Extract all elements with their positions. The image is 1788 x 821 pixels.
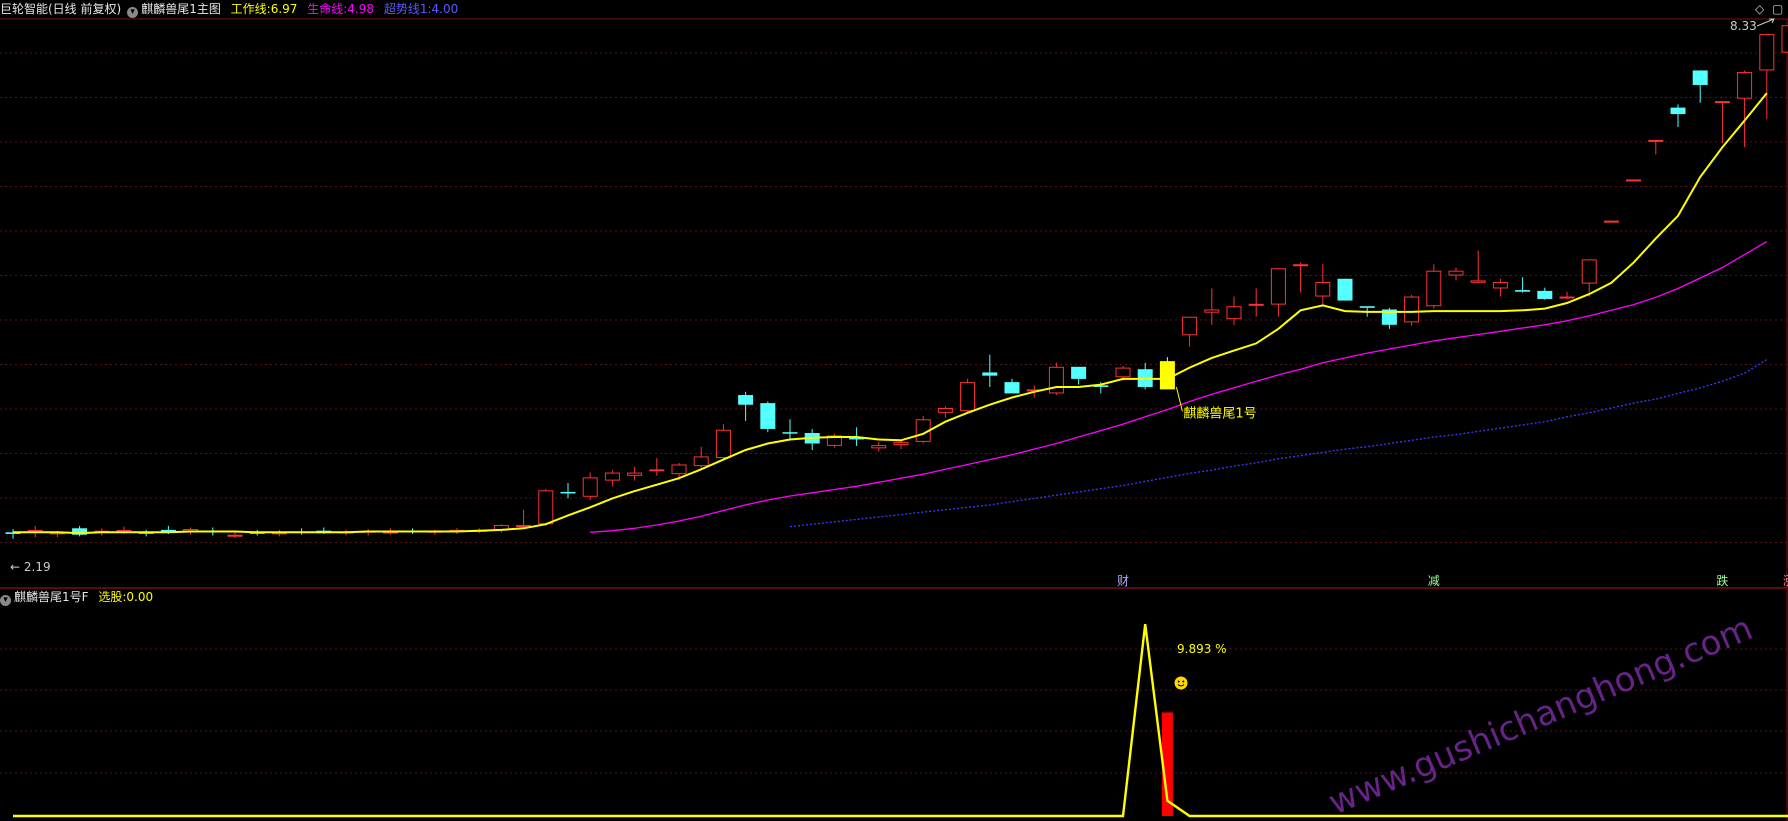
candle-body xyxy=(1448,270,1464,276)
high-arrow-icon xyxy=(1756,18,1775,27)
candle-body xyxy=(715,429,731,459)
candle-body xyxy=(1581,259,1597,284)
candle-body xyxy=(116,529,132,532)
candle-body xyxy=(227,534,243,537)
signal-pointer xyxy=(1175,386,1183,412)
select-value: 0.00 xyxy=(126,590,154,604)
smiley-eye xyxy=(1177,680,1180,683)
candle-body xyxy=(27,529,43,532)
candle-body xyxy=(1648,139,1664,142)
candle-body xyxy=(1359,306,1375,308)
candle-body xyxy=(1714,101,1730,104)
candle-body xyxy=(627,472,643,476)
super-line-label: 超势线1: xyxy=(383,2,432,16)
event-label: 减 xyxy=(1428,574,1440,588)
high-price-label: 8.33 xyxy=(1730,19,1757,33)
watermark-text: www.gushichanghong.com xyxy=(1323,608,1758,821)
candle-body xyxy=(1537,290,1553,299)
candle-body xyxy=(1692,70,1708,85)
candle-body xyxy=(782,432,798,434)
candle-body xyxy=(1115,367,1131,378)
window-icon[interactable]: ▢ xyxy=(1772,2,1783,16)
candlestick-chart[interactable]: www.gushichanghong.com 8.33 ← 2.19 麒麟兽尾1号财 减… xyxy=(0,0,1788,821)
candle-body xyxy=(1426,270,1442,307)
work-line-label: 工作线: xyxy=(230,2,271,16)
smiley-eye xyxy=(1182,680,1185,683)
candle-body xyxy=(604,472,620,481)
candle-body xyxy=(560,491,576,494)
series-line-2 xyxy=(590,241,1768,533)
candle-body xyxy=(1559,296,1575,299)
series-line-3 xyxy=(789,358,1768,528)
series-line-1 xyxy=(13,92,1768,535)
candle-body xyxy=(1759,34,1775,71)
life-line-value: 4.98 xyxy=(347,2,375,16)
candle-body xyxy=(960,382,976,412)
low-price-label: ← 2.19 xyxy=(10,560,51,574)
candle-body xyxy=(1670,107,1686,115)
main-header: 巨轮智能(日线 前复权) ▾ 麒麟兽尾1主图 工作线:6.97 生命线:4.98 超… xyxy=(0,1,464,18)
work-line-value: 6.97 xyxy=(270,2,298,16)
candle-body xyxy=(1182,316,1198,336)
candle-body xyxy=(1626,179,1642,182)
signal-label: 麒麟兽尾1号 xyxy=(1183,406,1256,422)
indicator-toggle-icon[interactable]: ▾ xyxy=(127,7,139,18)
candle-body xyxy=(1270,268,1286,305)
super-line-value: 4.00 xyxy=(431,2,459,16)
stock-title: 巨轮智能(日线 前复权) xyxy=(0,2,122,16)
candle-body xyxy=(1470,280,1486,283)
candle-body xyxy=(1337,278,1353,301)
candle-body xyxy=(1048,366,1064,394)
candle-body xyxy=(649,469,665,472)
peak-percent-label: 9.893 % xyxy=(1177,642,1227,656)
smiley-icon xyxy=(1174,676,1188,690)
select-label: 选股: xyxy=(98,590,127,604)
candle-body xyxy=(1248,303,1264,306)
candle-body xyxy=(693,456,709,467)
event-label: 跌 xyxy=(1716,573,1728,588)
candle-body xyxy=(1781,25,1788,53)
candle-body xyxy=(1492,282,1508,289)
indicator-name: 麒麟兽尾1主图 xyxy=(141,2,221,16)
candle-body xyxy=(1737,72,1753,99)
candle-body xyxy=(871,445,887,449)
event-label: 涨 xyxy=(1783,573,1788,588)
candle-body xyxy=(937,407,953,413)
candle-body xyxy=(1204,309,1220,313)
candle-body xyxy=(738,395,754,405)
candle-body xyxy=(671,464,687,475)
sub-indicator-name: 麒麟兽尾1号F xyxy=(14,590,89,604)
candle-body xyxy=(1603,220,1619,223)
candle-body xyxy=(1293,264,1309,267)
candle-body xyxy=(582,477,598,497)
sub-indicator-toggle-icon[interactable]: ▾ xyxy=(0,595,11,606)
candle-body xyxy=(538,490,554,525)
candle-body xyxy=(893,441,909,446)
candle-body xyxy=(1004,382,1020,394)
candle-body xyxy=(1226,306,1242,320)
candle-body xyxy=(1404,296,1420,323)
candle-body xyxy=(982,372,998,376)
life-line-label: 生命线: xyxy=(307,2,348,16)
diamond-icon[interactable]: ◇ xyxy=(1755,2,1764,16)
sub-header: ▾ 麒麟兽尾1号F 选股:0.00 xyxy=(0,589,159,606)
candle-body xyxy=(760,403,776,429)
candle-body xyxy=(1071,366,1087,379)
candle-body xyxy=(1315,282,1331,297)
event-label: 财 xyxy=(1117,574,1129,588)
candle-body xyxy=(1515,290,1531,292)
